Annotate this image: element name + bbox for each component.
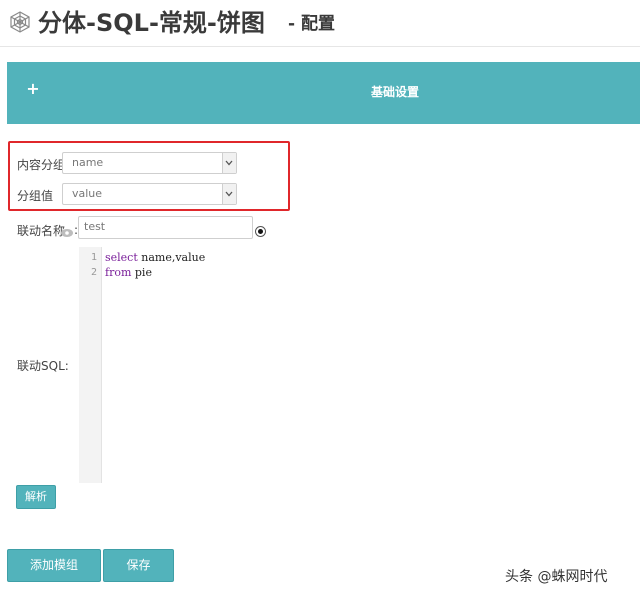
content-group-value: name	[72, 156, 104, 169]
expand-plus-icon[interactable]: +	[24, 80, 42, 98]
sql-text: pie	[131, 266, 152, 279]
section-title: 基础设置	[370, 85, 419, 99]
sql-text: name,value	[137, 251, 206, 264]
group-value-select[interactable]: value	[62, 183, 237, 205]
link-sql-label: 联动SQL:	[17, 359, 69, 373]
watermark: 头条 @蛛网时代	[505, 569, 608, 585]
sql-keyword: select	[105, 251, 138, 264]
code-line[interactable]: from pie	[105, 266, 152, 280]
chevron-down-icon[interactable]	[222, 153, 236, 173]
eye-icon[interactable]	[60, 223, 74, 237]
link-name-value: test	[84, 220, 106, 233]
sql-keyword: from	[105, 266, 132, 279]
radio-dot	[258, 229, 263, 234]
page-subtitle: - 配置	[288, 14, 335, 34]
line-number: 2	[90, 267, 97, 278]
add-group-button[interactable]: 添加模组	[7, 549, 101, 582]
content-group-label: 内容分组	[17, 158, 66, 172]
chevron-down-icon[interactable]	[222, 184, 236, 204]
page-title: 分体-SQL-常规-饼图	[38, 9, 265, 37]
sql-editor[interactable]	[79, 247, 639, 483]
link-name-input[interactable]: test	[78, 216, 253, 239]
line-number-gutter: 1 2	[79, 247, 102, 483]
spider-web-icon	[8, 10, 32, 34]
link-radio[interactable]	[255, 226, 266, 237]
save-button[interactable]: 保存	[103, 549, 174, 582]
link-name-label: 联动名称	[17, 224, 66, 238]
code-line[interactable]: select name,value	[105, 251, 205, 265]
parse-button[interactable]: 解析	[16, 485, 56, 509]
group-value-value: value	[72, 187, 103, 200]
content-group-select[interactable]: name	[62, 152, 237, 174]
group-value-label: 分组值	[17, 189, 54, 203]
line-number: 1	[90, 252, 97, 263]
